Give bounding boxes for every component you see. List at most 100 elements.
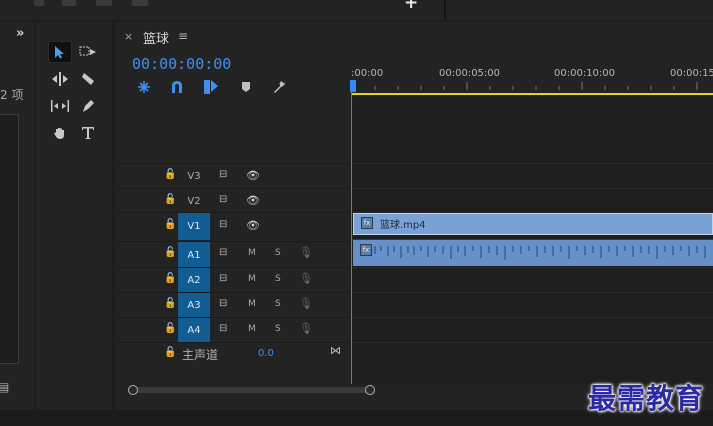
playhead-line[interactable]	[351, 90, 352, 384]
mic-icon[interactable]: 🎙	[299, 322, 313, 335]
cursor-arrow-icon	[55, 46, 64, 59]
track-name[interactable]: A4	[178, 318, 210, 343]
solo-button[interactable]: S	[275, 324, 281, 334]
lock-icon[interactable]: 🔓	[164, 298, 176, 309]
track-header-a4[interactable]: 🔓 A4 ⊟ M S 🎙	[116, 317, 350, 343]
insert-nest-icon[interactable]	[136, 79, 152, 95]
scrollbar-left-handle[interactable]	[128, 385, 138, 395]
pen-tool[interactable]	[76, 95, 100, 117]
mute-button[interactable]: M	[248, 299, 256, 309]
track-divider	[352, 188, 713, 189]
mic-icon[interactable]: 🎙	[299, 297, 313, 310]
wrench-icon	[274, 81, 286, 93]
selection-tool[interactable]	[48, 41, 72, 63]
razor-tool[interactable]	[76, 68, 100, 90]
expand-panel-icon[interactable]: »	[16, 26, 24, 41]
track-name[interactable]: V3	[178, 164, 210, 188]
ruler-ticks	[351, 82, 698, 90]
linked-selection-icon[interactable]	[203, 79, 219, 95]
bin-icon[interactable]: ▤	[0, 380, 9, 394]
close-tab-icon[interactable]: ×	[124, 30, 133, 43]
mute-button[interactable]: M	[248, 274, 256, 284]
solo-button[interactable]: S	[275, 299, 281, 309]
sync-lock-icon[interactable]: ⊟	[219, 247, 227, 258]
sync-lock-icon[interactable]: ⊟	[219, 169, 227, 180]
partially-visible-icon	[34, 0, 44, 6]
sync-lock-icon[interactable]: ⊟	[219, 219, 227, 230]
track-header-master[interactable]	[116, 342, 350, 368]
nest-icon	[138, 81, 150, 93]
mic-icon[interactable]: 🎙	[299, 272, 313, 285]
lock-icon[interactable]: 🔓	[164, 347, 176, 358]
track-select-icon	[79, 46, 96, 56]
track-name[interactable]: A1	[178, 242, 210, 268]
project-bin-list[interactable]	[0, 114, 19, 364]
audio-clip[interactable]: fx	[353, 240, 713, 266]
track-divider	[352, 163, 713, 164]
time-ruler[interactable]: :00:00 00:00:05:00 00:00:10:00 00:00:15	[350, 62, 713, 96]
ruler-label: :00:00	[351, 68, 384, 79]
track-name[interactable]: A3	[178, 293, 210, 318]
eye-icon[interactable]: 👁	[246, 219, 260, 232]
track-header-v1[interactable]: 🔓 V1 ⊟ 👁	[116, 212, 350, 240]
lock-icon[interactable]: 🔓	[164, 247, 176, 258]
lock-icon[interactable]: 🔓	[164, 194, 176, 205]
project-panel: » 2 项 ▤	[0, 22, 34, 410]
master-end-icon[interactable]: ⋈	[330, 344, 341, 357]
track-name[interactable]: V1	[178, 213, 210, 240]
sync-lock-icon[interactable]: ⊟	[219, 298, 227, 309]
pen-icon	[83, 100, 94, 112]
lock-icon[interactable]: 🔓	[164, 273, 176, 284]
track-divider	[352, 292, 713, 293]
project-item-count: 2 项	[0, 88, 24, 102]
lock-icon[interactable]: 🔓	[164, 323, 176, 334]
tools-panel	[36, 22, 112, 410]
master-volume-value[interactable]: 0.0	[258, 348, 274, 359]
sequence-tab-title[interactable]: 篮球	[143, 28, 169, 47]
mute-button[interactable]: M	[248, 324, 256, 334]
add-marker-icon[interactable]	[238, 79, 254, 95]
sync-lock-icon[interactable]: ⊟	[219, 273, 227, 284]
mute-button[interactable]: M	[248, 248, 256, 258]
work-area-bar[interactable]	[352, 93, 713, 95]
tab-menu-icon[interactable]: ≡	[178, 29, 188, 43]
sync-lock-icon[interactable]: ⊟	[219, 194, 227, 205]
slip-tool[interactable]	[48, 95, 72, 117]
lock-icon[interactable]: 🔓	[164, 169, 176, 180]
ruler-label: 00:00:10:00	[554, 68, 616, 79]
hand-icon	[54, 128, 64, 139]
track-name[interactable]: A2	[178, 268, 210, 293]
linked-selection-glyph	[204, 80, 218, 94]
track-header-a1[interactable]: 🔓 A1 ⊟ M S 🎙	[116, 241, 350, 268]
ripple-edit-icon	[52, 72, 68, 86]
lock-icon[interactable]: 🔓	[164, 219, 176, 230]
mic-icon[interactable]: 🎙	[299, 246, 313, 259]
sync-lock-icon[interactable]: ⊟	[219, 323, 227, 334]
playhead-timecode[interactable]: 00:00:00:00	[132, 55, 231, 73]
track-header-v3[interactable]: 🔓 V3 ⊟ 👁	[116, 163, 350, 187]
track-header-a3[interactable]: 🔓 A3 ⊟ M S 🎙	[116, 292, 350, 318]
fx-badge[interactable]: fx	[361, 217, 373, 229]
type-tool[interactable]	[76, 122, 100, 144]
eye-icon[interactable]: 👁	[246, 194, 260, 207]
ruler-label: 00:00:15	[670, 68, 713, 79]
playhead-handle[interactable]	[350, 80, 356, 92]
track-name[interactable]: V2	[178, 189, 210, 213]
track-header-a2[interactable]: 🔓 A2 ⊟ M S 🎙	[116, 267, 350, 293]
hand-tool[interactable]	[48, 122, 72, 144]
track-select-tool[interactable]	[76, 41, 100, 63]
video-clip[interactable]: fx 篮球.mp4	[353, 213, 713, 235]
partially-visible-icon	[96, 0, 112, 6]
timeline-scrollbar[interactable]	[132, 387, 372, 393]
ripple-edit-tool[interactable]	[48, 68, 72, 90]
track-header-v2[interactable]: 🔓 V2 ⊟ 👁	[116, 188, 350, 212]
add-icon[interactable]: +	[404, 0, 418, 13]
scrollbar-right-handle[interactable]	[365, 385, 375, 395]
eye-icon[interactable]: 👁	[246, 169, 260, 182]
partially-visible-icon	[62, 0, 76, 6]
partially-visible-icon	[132, 0, 148, 6]
snap-icon[interactable]	[169, 79, 185, 95]
solo-button[interactable]: S	[275, 248, 281, 258]
solo-button[interactable]: S	[275, 274, 281, 284]
timeline-settings-icon[interactable]	[271, 79, 287, 95]
